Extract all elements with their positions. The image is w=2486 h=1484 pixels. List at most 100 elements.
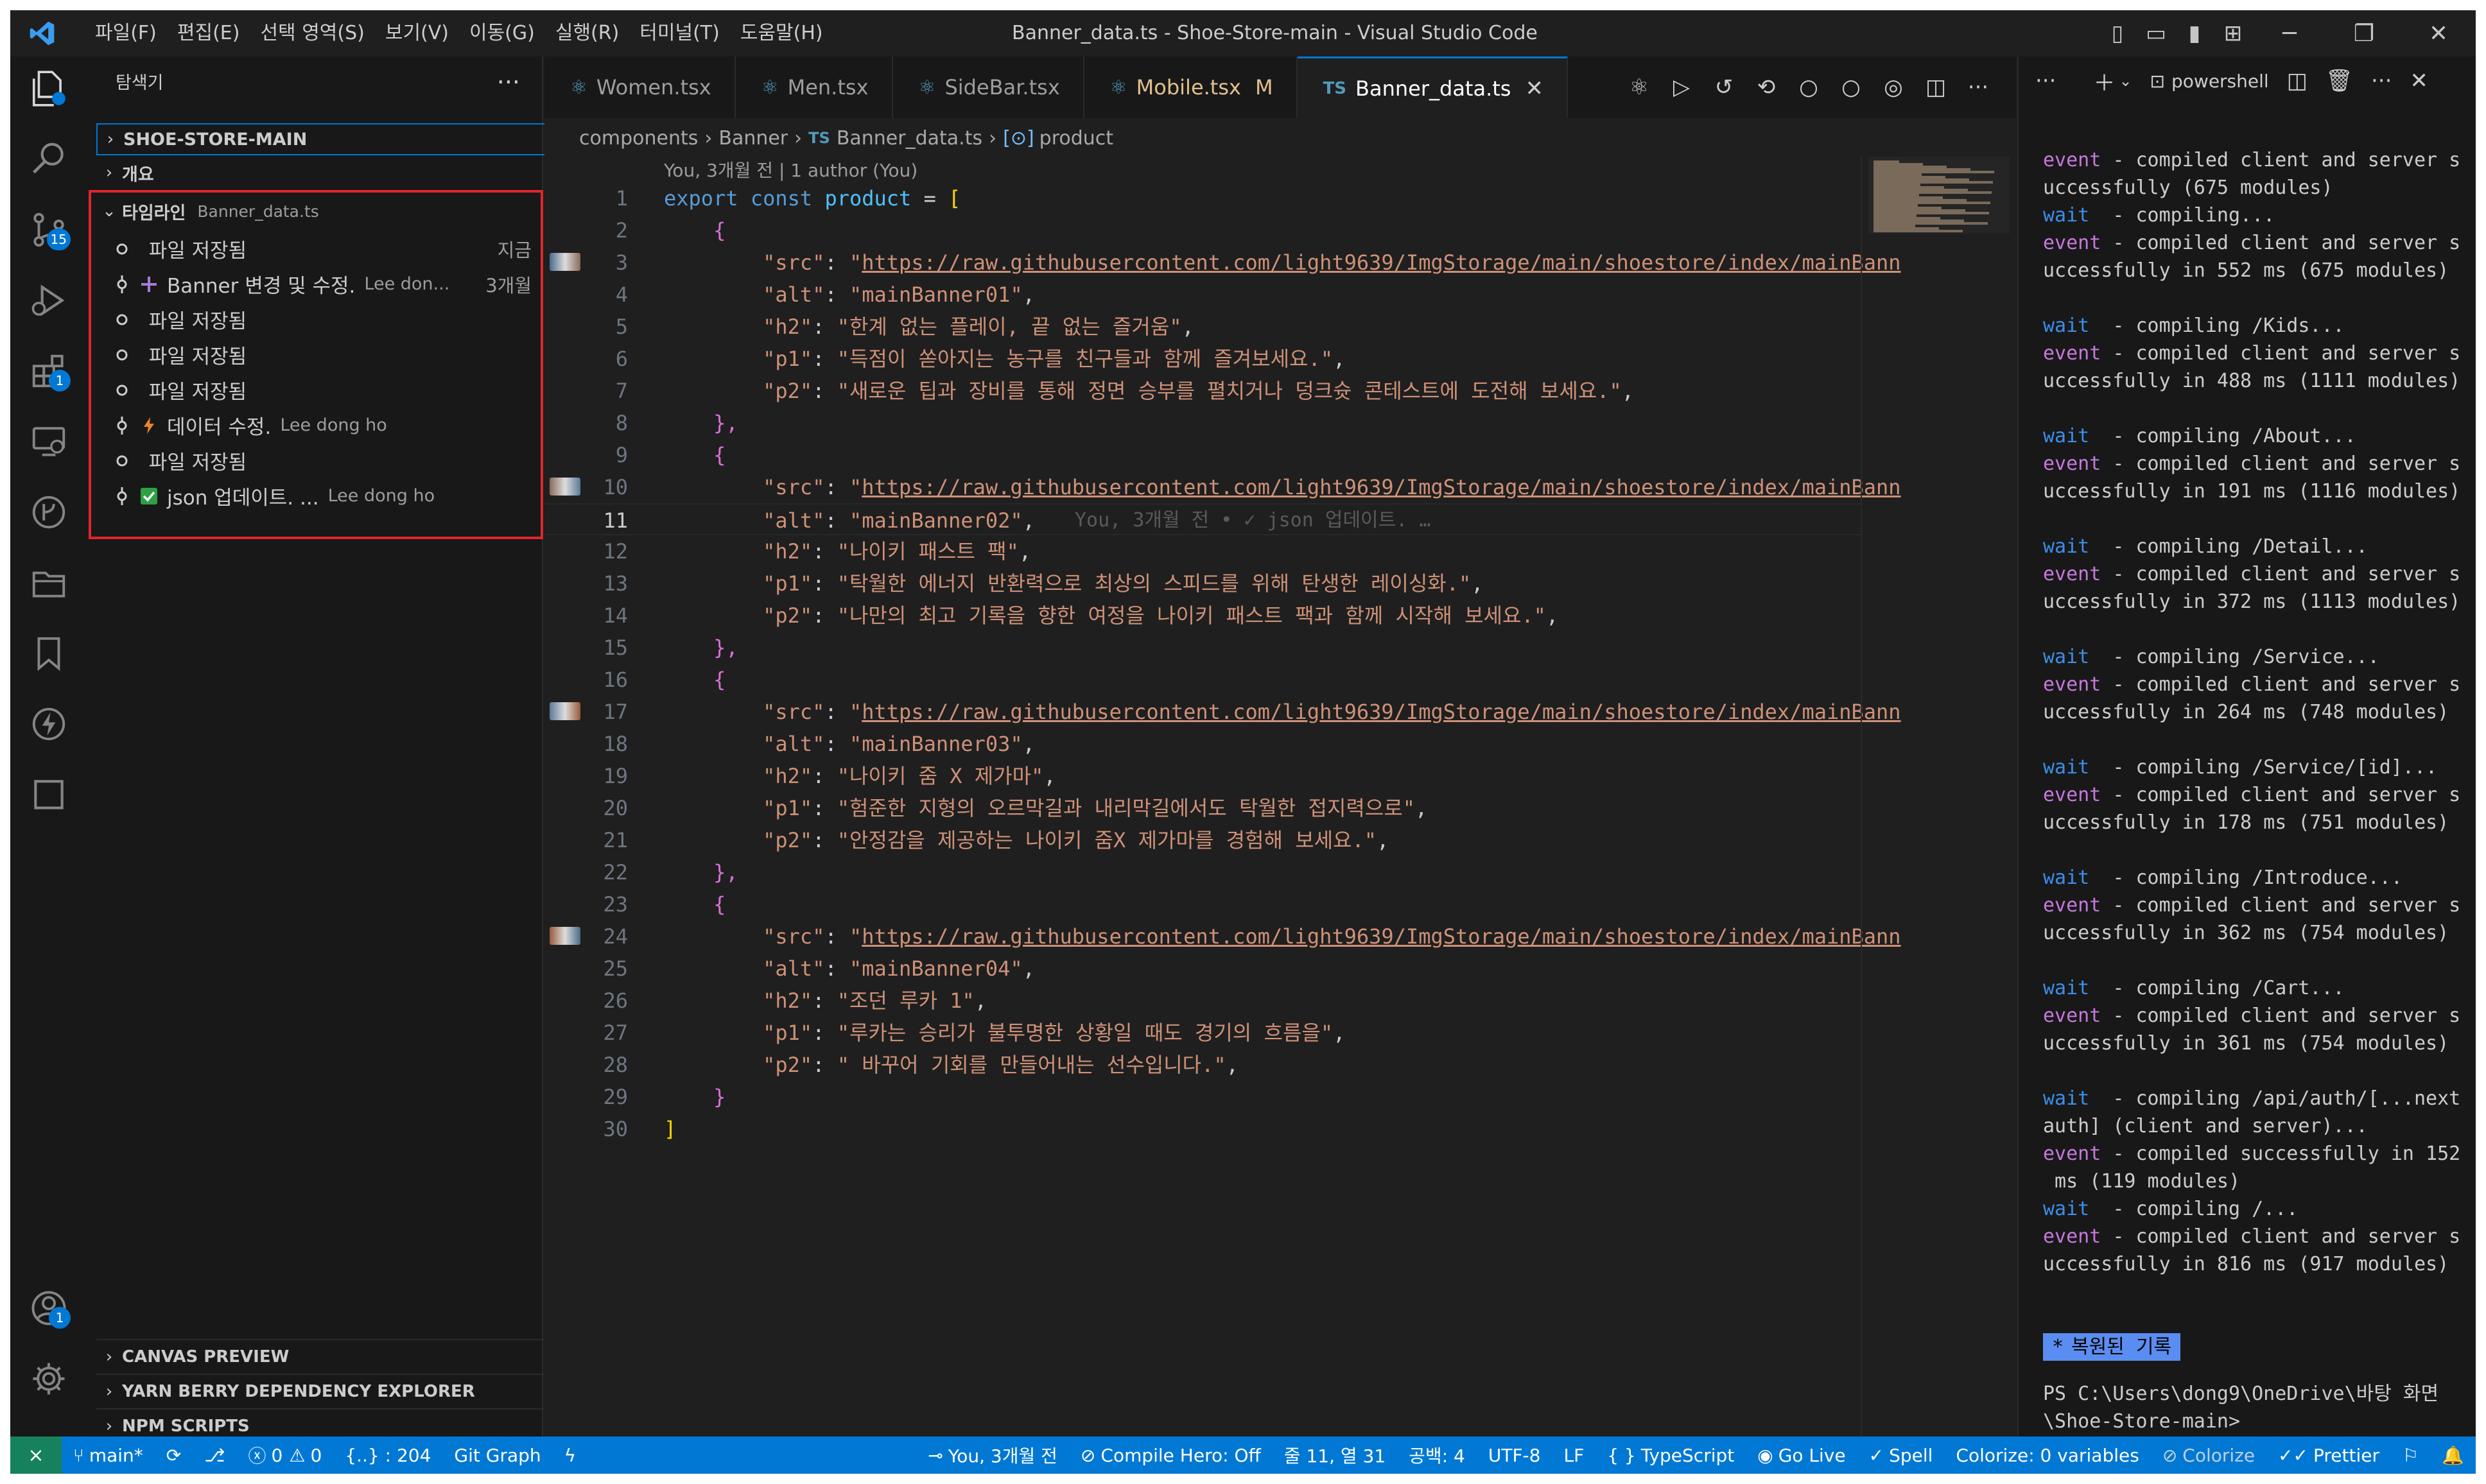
section-timeline[interactable]: ⌄ 타임라인 Banner_data.ts bbox=[96, 195, 546, 227]
menu-item[interactable]: 터미널(T) bbox=[629, 10, 730, 56]
more-actions-icon[interactable]: ··· bbox=[2371, 68, 2392, 94]
go-live-button[interactable]: ◉ Go Live bbox=[1746, 1445, 1857, 1466]
bookmarks-icon[interactable] bbox=[10, 621, 87, 686]
toggle-panel-icon[interactable]: ▭ bbox=[2137, 10, 2175, 56]
open-changes-icon[interactable]: ◎ bbox=[1872, 74, 1915, 100]
explorer-icon[interactable] bbox=[10, 56, 87, 121]
code-link[interactable]: https://raw.githubusercontent.com/light9… bbox=[862, 924, 1900, 949]
sync-icon[interactable]: ⟳ bbox=[155, 1445, 193, 1466]
run-debug-icon[interactable] bbox=[10, 268, 87, 332]
timeline-item[interactable]: 파일 저장됨 bbox=[108, 443, 532, 478]
editor-tab[interactable]: ⚛ Women.tsx bbox=[544, 56, 736, 118]
git-history-icon[interactable] bbox=[10, 480, 87, 544]
canvas-icon[interactable] bbox=[10, 763, 87, 827]
prettier-button[interactable]: ✓✓ Prettier bbox=[2266, 1445, 2391, 1466]
project-manager-icon[interactable] bbox=[10, 551, 87, 615]
indentation[interactable]: 공백: 4 bbox=[1397, 1442, 1477, 1468]
timeline-history-icon[interactable]: ↺ bbox=[1703, 74, 1745, 100]
editor-tab[interactable]: TS Banner_data.ts ✕ bbox=[1297, 56, 1568, 118]
new-terminal-icon[interactable]: ＋ bbox=[2093, 65, 2115, 97]
menu-item[interactable]: 편집(E) bbox=[167, 10, 250, 56]
breadcrumb-item[interactable]: components bbox=[579, 127, 698, 150]
toggle-primary-sidebar-icon[interactable]: ▯ bbox=[2098, 10, 2137, 56]
blame-status[interactable]: ⊸ You, 3개월 전 bbox=[916, 1442, 1069, 1468]
terminal-shell-name[interactable]: powershell bbox=[2171, 71, 2269, 92]
settings-gear-icon[interactable] bbox=[10, 1347, 87, 1411]
close-window-button[interactable]: ✕ bbox=[2401, 10, 2476, 56]
breadcrumb-item[interactable]: Banner_data.ts bbox=[837, 127, 982, 150]
timeline-item[interactable]: 데이터 수정. Lee dong ho bbox=[108, 408, 532, 443]
terminal-output[interactable]: event - compiled client and server s ucce… bbox=[2043, 146, 2460, 1435]
code-link[interactable]: https://raw.githubusercontent.com/light9… bbox=[862, 250, 1900, 275]
timeline-item[interactable]: Banner 변경 및 수정. Lee don... 3개월 bbox=[108, 266, 532, 302]
toggle-secondary-sidebar-icon[interactable]: ▮ bbox=[2175, 10, 2214, 56]
language-mode[interactable]: { } TypeScript bbox=[1595, 1445, 1746, 1466]
terminal-prompt[interactable]: PS C:\Users\dong9\OneDrive\바탕 화면 bbox=[2043, 1380, 2460, 1408]
codelens-blame[interactable]: You, 3개월 전 | 1 author (You) bbox=[664, 157, 917, 182]
editor-tab[interactable]: ⚛ SideBar.tsx bbox=[893, 56, 1084, 118]
search-icon[interactable] bbox=[10, 127, 87, 191]
timeline-item[interactable]: 파일 저장됨 지금 bbox=[108, 231, 532, 266]
menu-item[interactable]: 실행(R) bbox=[545, 10, 629, 56]
editor-tab[interactable]: ⚛ Mobile.tsx M bbox=[1084, 56, 1298, 118]
cursor-position[interactable]: 줄 11, 열 31 bbox=[1273, 1442, 1397, 1468]
bracket-count[interactable]: {..} : 204 bbox=[333, 1445, 442, 1466]
code-link[interactable]: https://raw.githubusercontent.com/light9… bbox=[862, 700, 1900, 724]
previous-change-icon[interactable]: ○ bbox=[1787, 74, 1830, 100]
minimap[interactable] bbox=[1861, 157, 2016, 1437]
publish-icon[interactable]: ⎇ bbox=[193, 1445, 236, 1466]
next-change-icon[interactable]: ○ bbox=[1830, 74, 1872, 100]
accounts-icon[interactable]: 1 bbox=[10, 1276, 87, 1340]
branch-status[interactable]: ⑂ main* bbox=[62, 1445, 155, 1466]
restore-button[interactable]: ❐ bbox=[2327, 10, 2401, 56]
code-editor[interactable]: 1 export const product = [2 {3 "src": "ht… bbox=[544, 182, 1901, 1145]
kill-terminal-icon[interactable]: 🗑 bbox=[2325, 68, 2353, 94]
section-yarn-berry[interactable]: › YARN BERRY DEPENDENCY EXPLORER bbox=[96, 1374, 546, 1408]
react-icon[interactable]: ⚛ bbox=[1618, 74, 1660, 100]
chevron-down-icon[interactable]: ⌄ bbox=[2119, 72, 2132, 90]
section-canvas-preview[interactable]: › CANVAS PREVIEW bbox=[96, 1339, 546, 1374]
run-icon[interactable]: ▷ bbox=[1660, 74, 1703, 100]
extensions-icon[interactable]: 1 bbox=[10, 339, 87, 403]
split-terminal-icon[interactable]: ◫ bbox=[2287, 68, 2308, 94]
compile-hero-status[interactable]: ⊘ Compile Hero: Off bbox=[1069, 1445, 1273, 1466]
notifications-bell-icon[interactable]: 🔔 bbox=[2430, 1445, 2476, 1466]
menu-item[interactable]: 이동(G) bbox=[459, 10, 545, 56]
timeline-item[interactable]: json 업데이트. ... Lee dong ho bbox=[108, 478, 532, 513]
timeline-item[interactable]: 파일 저장됨 bbox=[108, 302, 532, 337]
inline-blame[interactable]: You, 3개월 전 • ✓ json 업데이트. … bbox=[1075, 505, 1430, 537]
section-project[interactable]: › SHOE-STORE-MAIN bbox=[96, 123, 546, 155]
colorize-variables[interactable]: Colorize: 0 variables bbox=[1944, 1445, 2150, 1466]
menu-item[interactable]: 보기(V) bbox=[375, 10, 459, 56]
go-back-icon[interactable]: ⟲ bbox=[1745, 74, 1787, 100]
minimize-button[interactable]: ─ bbox=[2252, 10, 2327, 56]
remote-indicator-icon[interactable]: ⨯ bbox=[10, 1437, 62, 1474]
lightning-icon[interactable]: ϟ bbox=[553, 1445, 587, 1466]
section-outline[interactable]: › 개요 bbox=[96, 157, 546, 189]
feedback-icon[interactable]: ⚐ bbox=[2391, 1445, 2430, 1466]
code-link[interactable]: https://raw.githubusercontent.com/light9… bbox=[862, 475, 1900, 499]
split-editor-icon[interactable]: ◫ bbox=[1915, 74, 1957, 100]
timeline-item[interactable]: 파일 저장됨 bbox=[108, 337, 532, 372]
more-actions-icon[interactable]: ··· bbox=[1957, 74, 1999, 100]
close-panel-icon[interactable]: ✕ bbox=[2410, 68, 2428, 94]
menu-item[interactable]: 선택 영역(S) bbox=[250, 10, 374, 56]
breadcrumb-item[interactable]: Banner bbox=[718, 127, 788, 150]
encoding[interactable]: UTF-8 bbox=[1477, 1445, 1552, 1466]
git-graph-button[interactable]: Git Graph bbox=[442, 1445, 552, 1466]
menu-item[interactable]: 도움말(H) bbox=[730, 10, 833, 56]
close-tab-icon[interactable]: ✕ bbox=[1525, 76, 1543, 101]
remote-explorer-icon[interactable] bbox=[10, 410, 87, 474]
end-of-line[interactable]: LF bbox=[1552, 1445, 1595, 1466]
customize-layout-icon[interactable]: ⊞ bbox=[2214, 10, 2252, 56]
breadcrumb-item[interactable]: product bbox=[1039, 127, 1113, 150]
timeline-item[interactable]: 파일 저장됨 bbox=[108, 372, 532, 408]
more-views-icon[interactable]: ··· bbox=[2035, 68, 2056, 94]
menu-item[interactable]: 파일(F) bbox=[85, 10, 167, 56]
colorize-button[interactable]: ⊘ Colorize bbox=[2151, 1445, 2266, 1466]
problems-status[interactable]: ⓧ 0 ⚠ 0 bbox=[237, 1442, 334, 1468]
terminal-prompt[interactable]: \Shoe-Store-main> bbox=[2043, 1408, 2460, 1435]
source-control-icon[interactable]: 15 bbox=[10, 198, 87, 262]
editor-tab[interactable]: ⚛ Men.tsx bbox=[736, 56, 893, 118]
spell-button[interactable]: ✓ Spell bbox=[1857, 1445, 1945, 1466]
